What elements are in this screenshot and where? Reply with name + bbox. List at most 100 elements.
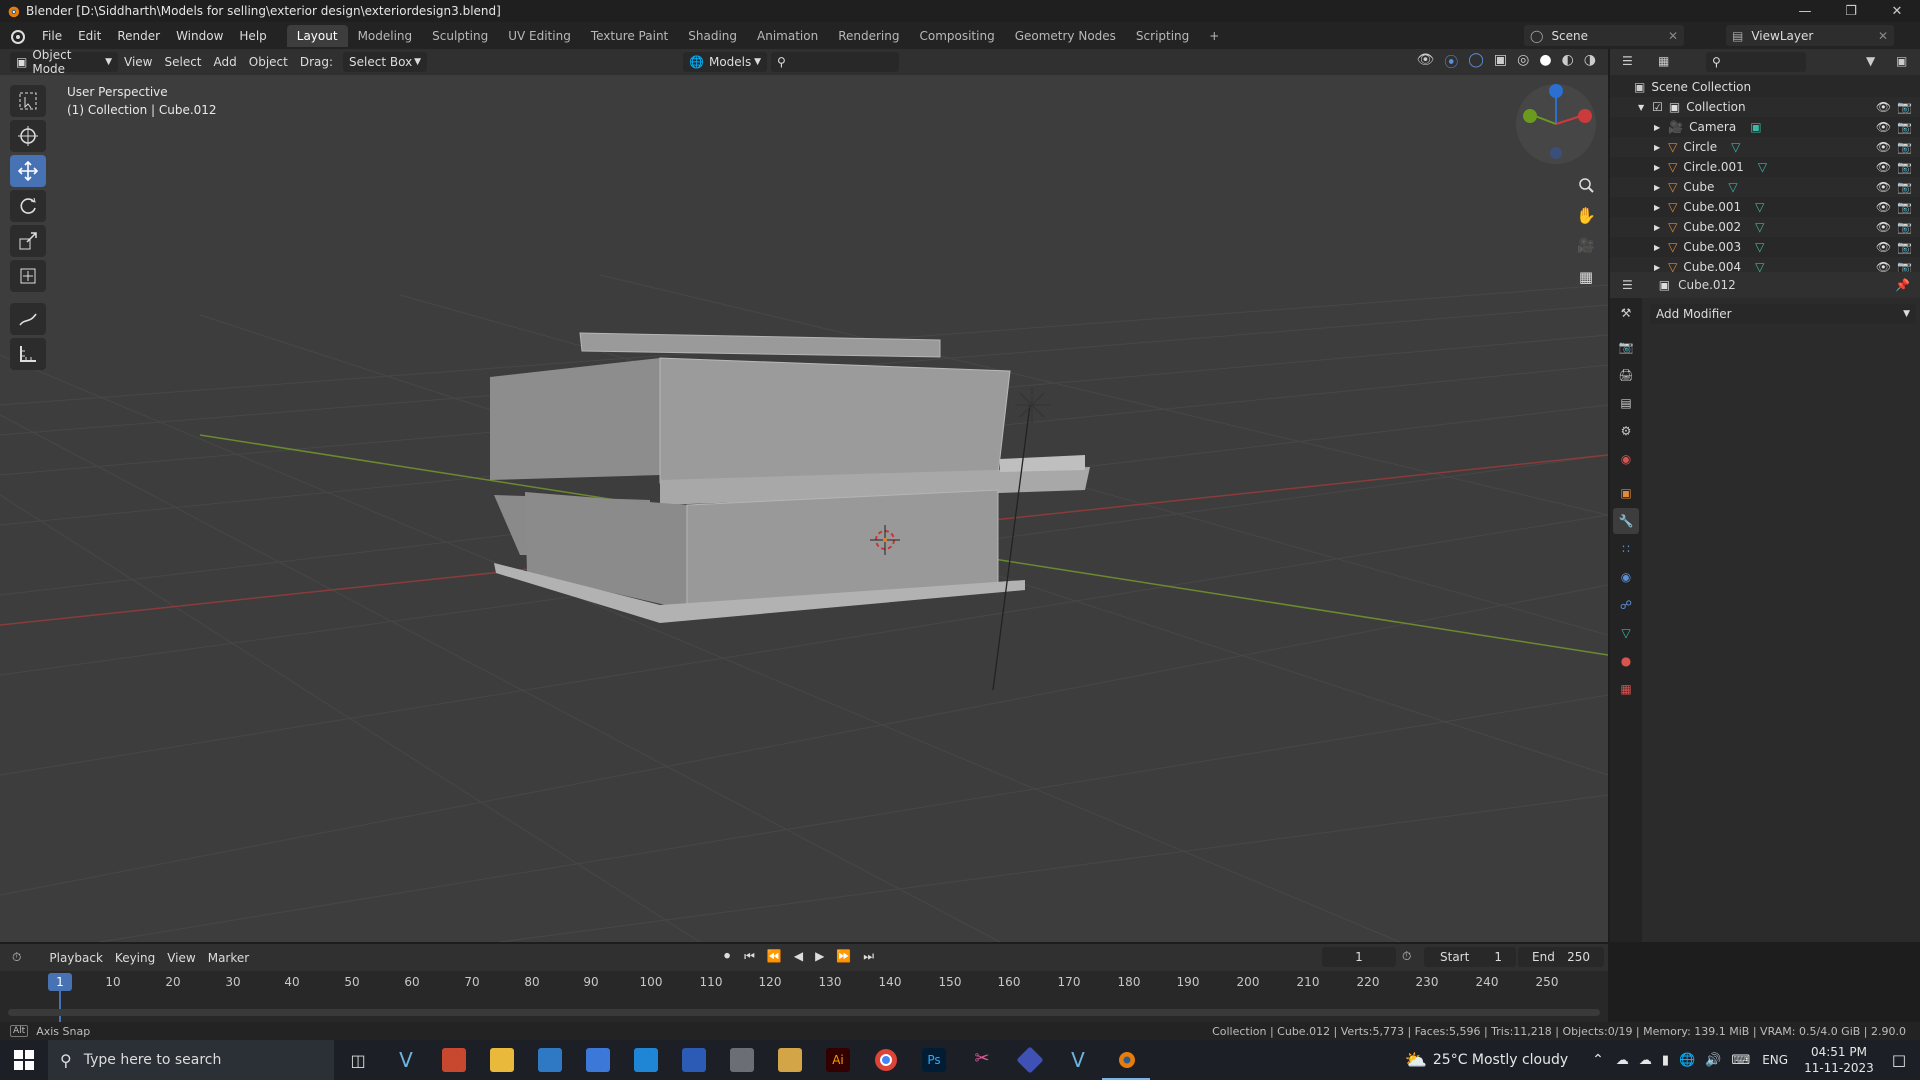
chevron-right-icon[interactable]: ▶	[1654, 263, 1660, 272]
tab-constraints[interactable]: ☍	[1613, 592, 1639, 618]
tab-animation[interactable]: Animation	[747, 25, 828, 47]
orientation-dropdown[interactable]: 🌐 Models ▼	[683, 52, 768, 72]
vectorworks-app-icon[interactable]: V	[382, 1040, 430, 1080]
tab-output[interactable]: 🖨	[1613, 362, 1639, 388]
material-shading-icon[interactable]: ◐	[1562, 52, 1574, 72]
camera-render-icon[interactable]: 📷	[1897, 120, 1912, 134]
vectorworks-app-icon-2[interactable]: V	[1054, 1040, 1102, 1080]
eye-icon[interactable]: 👁	[1876, 120, 1891, 134]
scene-selector[interactable]: ◯ Scene ✕	[1524, 25, 1684, 46]
chevron-right-icon[interactable]: ▶	[1654, 203, 1660, 212]
list-item[interactable]: ▶ ▽ Circle ▽ 👁 📷	[1610, 137, 1920, 157]
measure-tool[interactable]	[10, 338, 46, 370]
object-menu[interactable]: Object	[243, 55, 294, 69]
list-item[interactable]: ▶ ▽ Cube.002 ▽ 👁 📷	[1610, 217, 1920, 237]
chevron-right-icon[interactable]: ▶	[1654, 123, 1660, 132]
menu-window[interactable]: Window	[168, 29, 231, 43]
list-item[interactable]: ▶ ▽ Cube.001 ▽ 👁 📷	[1610, 197, 1920, 217]
camera-render-icon[interactable]: 📷	[1897, 100, 1912, 114]
zoom-icon[interactable]	[1572, 171, 1600, 199]
battery-icon[interactable]: ▮	[1662, 1053, 1669, 1068]
select-menu[interactable]: Select	[158, 55, 207, 69]
tab-texture-paint[interactable]: Texture Paint	[581, 25, 678, 47]
play-icon[interactable]: ▶	[815, 949, 824, 964]
chrome-app-icon[interactable]	[862, 1040, 910, 1080]
tab-render[interactable]: 📷	[1613, 334, 1639, 360]
tab-tool[interactable]: ⚒	[1613, 300, 1639, 326]
windows-start-icon[interactable]	[0, 1040, 48, 1080]
add-menu[interactable]: Add	[208, 55, 243, 69]
weather-icon[interactable]: ⛅	[1404, 1050, 1426, 1071]
building-model[interactable]	[490, 332, 1090, 623]
photoshop-app-icon[interactable]: Ps	[910, 1040, 958, 1080]
tab-scripting[interactable]: Scripting	[1126, 25, 1199, 47]
camera-render-icon[interactable]: 📷	[1897, 240, 1912, 254]
chevron-up-icon[interactable]: ⌃	[1592, 1052, 1604, 1068]
chevron-right-icon[interactable]: ▶	[1654, 163, 1660, 172]
tab-texture[interactable]: ▦	[1613, 676, 1639, 702]
eye-icon[interactable]: 👁	[1876, 260, 1891, 272]
gizmo-icon[interactable]: ⦿	[1444, 52, 1458, 72]
tab-material[interactable]: ●	[1613, 648, 1639, 674]
cloud-sync-icon[interactable]: ☁	[1639, 1053, 1652, 1068]
chevron-right-icon[interactable]: ▶	[1654, 143, 1660, 152]
tab-world[interactable]: ◉	[1613, 446, 1639, 472]
eye-icon[interactable]: 👁	[1876, 180, 1891, 194]
move-tool[interactable]	[10, 155, 46, 187]
cursor-tool[interactable]	[10, 120, 46, 152]
illustrator-app-icon[interactable]: Ai	[814, 1040, 862, 1080]
tab-particles[interactable]: ∷	[1613, 536, 1639, 562]
3d-viewport[interactable]: User Perspective (1) Collection | Cube.0…	[0, 75, 1608, 942]
snip-app-icon[interactable]: ✂	[958, 1040, 1006, 1080]
overlay-icon[interactable]: ◯	[1468, 52, 1484, 72]
minimize-icon[interactable]: —	[1782, 4, 1828, 19]
list-item[interactable]: ▶ 🎥 Camera ▣ 👁 📷	[1610, 117, 1920, 137]
pin-icon[interactable]: 📌	[1895, 278, 1910, 292]
transform-tool[interactable]	[10, 260, 46, 292]
pen-app-icon[interactable]	[622, 1040, 670, 1080]
menu-file[interactable]: File	[34, 29, 70, 43]
restore-icon[interactable]: ❐	[1828, 4, 1874, 19]
tab-data[interactable]: ▽	[1613, 620, 1639, 646]
filter-icon[interactable]: ▼	[1866, 54, 1875, 68]
camera-render-icon[interactable]: 📷	[1897, 200, 1912, 214]
close-icon[interactable]: ✕	[1668, 29, 1678, 43]
app-icon[interactable]	[1006, 1040, 1054, 1080]
eye-icon[interactable]: 👁	[1876, 240, 1891, 254]
list-item[interactable]: ▶ ▽ Cube ▽ 👁 📷	[1610, 177, 1920, 197]
store-app-icon[interactable]	[526, 1040, 574, 1080]
tab-geometry-nodes[interactable]: Geometry Nodes	[1005, 25, 1126, 47]
camera-render-icon[interactable]: 📷	[1897, 220, 1912, 234]
language-indicator[interactable]: ENG	[1762, 1053, 1788, 1067]
tab-rendering[interactable]: Rendering	[828, 25, 909, 47]
list-item[interactable]: ▶ ▽ Cube.003 ▽ 👁 📷	[1610, 237, 1920, 257]
close-icon[interactable]: ✕	[1878, 29, 1888, 43]
tab-compositing[interactable]: Compositing	[909, 25, 1004, 47]
onedrive-icon[interactable]: ☁	[1616, 1053, 1629, 1068]
microsoft-store-icon[interactable]	[574, 1040, 622, 1080]
menu-help[interactable]: Help	[231, 29, 274, 43]
timeline-scrollbar[interactable]	[8, 1009, 1600, 1016]
eye-icon[interactable]: 👁	[1876, 160, 1891, 174]
folder-app-icon[interactable]	[766, 1040, 814, 1080]
keyboard-icon[interactable]: ⌨	[1731, 1053, 1750, 1068]
tab-view-layer[interactable]: ▤	[1613, 390, 1639, 416]
add-modifier-dropdown[interactable]: Add Modifier ▼	[1650, 304, 1916, 324]
blender-app-icon[interactable]	[1102, 1040, 1150, 1080]
powerpoint-app-icon[interactable]	[430, 1040, 478, 1080]
task-view-icon[interactable]: ◫	[334, 1040, 382, 1080]
camera-render-icon[interactable]: 📷	[1897, 140, 1912, 154]
outliner-editor-icon[interactable]: ☰	[1622, 54, 1633, 68]
marker-menu[interactable]: Marker	[202, 951, 255, 965]
tab-scene[interactable]: ⚙	[1613, 418, 1639, 444]
view-menu[interactable]: View	[118, 55, 158, 69]
new-collection-icon[interactable]: ▣	[1896, 54, 1907, 68]
navigation-gizmo[interactable]	[1515, 83, 1597, 165]
chevron-down-icon[interactable]: ▼	[1638, 103, 1644, 112]
camera-render-icon[interactable]: 📷	[1897, 260, 1912, 272]
timeline-editor-icon[interactable]: ⏱	[12, 950, 21, 965]
file-explorer-icon[interactable]	[478, 1040, 526, 1080]
playhead[interactable]: 1	[48, 973, 72, 991]
tab-modifiers[interactable]: 🔧	[1613, 508, 1639, 534]
notification-icon[interactable]: □	[1892, 1051, 1906, 1069]
